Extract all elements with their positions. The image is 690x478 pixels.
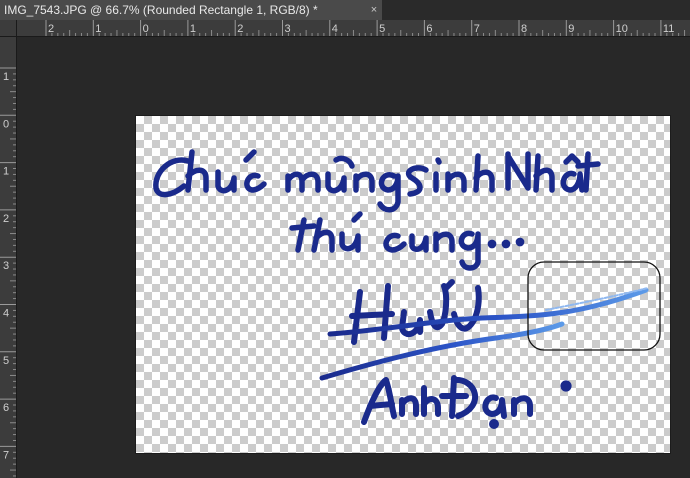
ruler-label: 0 [143, 23, 149, 35]
ruler-label: 5 [3, 355, 9, 367]
ruler-label: 7 [474, 23, 480, 35]
document-tab-title: IMG_7543.JPG @ 66.7% (Rounded Rectangle … [4, 3, 318, 17]
handwriting-line-2 [289, 211, 525, 271]
ruler-label: 1 [3, 166, 9, 178]
ruler-label: 1 [190, 23, 196, 35]
ruler-label: 9 [568, 23, 574, 35]
ruler-label: 4 [332, 23, 338, 35]
ruler-label: 6 [426, 23, 432, 35]
close-icon[interactable]: × [367, 0, 381, 20]
ruler-label: 10 [616, 23, 628, 35]
vertical-ruler-ticks: 1 0 1 2 3 4 5 6 7 [0, 67, 16, 477]
ruler-origin[interactable] [0, 20, 17, 37]
ruler-label: 4 [3, 308, 9, 320]
handwriting-line-3 [361, 375, 572, 429]
ruler-label: 5 [379, 23, 385, 35]
handwriting-line-1 [153, 149, 601, 213]
ruler-label: 7 [3, 449, 9, 461]
ruler-label: 0 [3, 118, 9, 130]
document-tab-bar: IMG_7543.JPG @ 66.7% (Rounded Rectangle … [0, 0, 690, 20]
document-tab[interactable]: IMG_7543.JPG @ 66.7% (Rounded Rectangle … [0, 0, 382, 20]
vertical-ruler[interactable]: 1 0 1 2 3 4 5 6 7 [0, 37, 17, 478]
ruler-label: 8 [521, 23, 527, 35]
ruler-label: 1 [95, 23, 101, 35]
signature-flourish [319, 287, 649, 381]
signature [349, 279, 482, 345]
ruler-label: 1 [3, 71, 9, 83]
ruler-label: 11 [663, 23, 674, 35]
artwork-layer [153, 149, 661, 429]
ruler-label: 2 [3, 213, 9, 225]
horizontal-ruler[interactable]: 2 1 0 1 2 3 4 5 6 7 8 9 10 11 [17, 20, 690, 37]
ruler-label: 2 [48, 23, 54, 35]
ruler-label: 3 [3, 260, 9, 272]
horizontal-ruler-ticks: 2 1 0 1 2 3 4 5 6 7 8 9 10 11 [45, 20, 690, 36]
ruler-label: 2 [237, 23, 243, 35]
ruler-label: 3 [285, 23, 291, 35]
ruler-label: 6 [3, 402, 9, 414]
